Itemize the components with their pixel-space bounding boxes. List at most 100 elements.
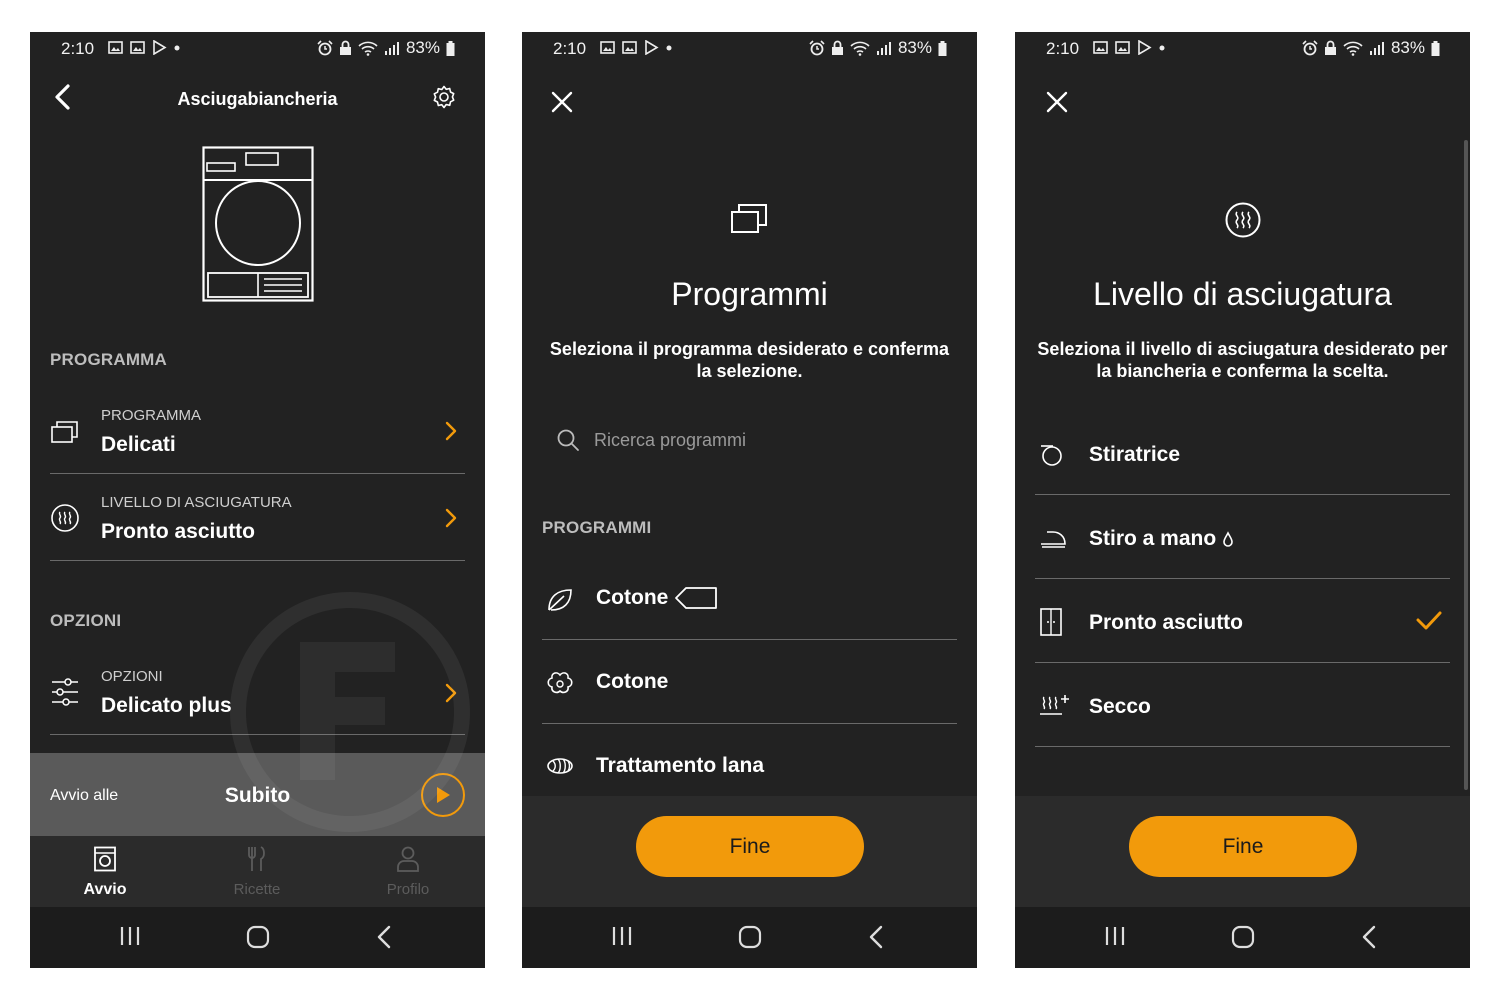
- drying-level-row[interactable]: LIVELLO DI ASCIUGATURA Pronto asciutto: [50, 482, 465, 561]
- program-item[interactable]: Cotone: [542, 564, 957, 640]
- program-item-label: Cotone: [596, 670, 669, 693]
- search-input[interactable]: [594, 429, 894, 451]
- page-title: Programmi: [671, 276, 828, 312]
- cutlery-icon: [248, 846, 265, 871]
- nav-profile-label: Profilo: [386, 881, 430, 898]
- status-bar: 2:10 83%: [522, 32, 977, 64]
- options-row-label: OPZIONI: [101, 668, 163, 685]
- recent-apps-icon[interactable]: [119, 925, 141, 947]
- settings-button[interactable]: [429, 83, 459, 113]
- status-time: 2:10: [553, 39, 587, 58]
- page-title: Asciugabiancheria: [177, 89, 338, 109]
- gear-icon: [433, 85, 455, 109]
- footer: Fine: [522, 796, 977, 907]
- wifi-icon: [1343, 41, 1363, 56]
- drying-level-item[interactable]: Stiratrice: [1035, 412, 1450, 495]
- battery-level: 83%: [1390, 38, 1425, 57]
- status-right: 83%: [1302, 38, 1440, 58]
- home-icon[interactable]: [246, 925, 270, 949]
- alarm-icon: [317, 40, 333, 56]
- footer: Fine: [1015, 796, 1470, 907]
- program-item[interactable]: Trattamento lana: [542, 732, 957, 796]
- drying-level-icon: [1225, 202, 1261, 238]
- wool-icon: [547, 758, 573, 774]
- battery-level: 83%: [897, 38, 932, 57]
- search-bar: [556, 428, 894, 452]
- done-button[interactable]: Fine: [636, 816, 864, 877]
- drying-level-item[interactable]: Secco: [1035, 663, 1450, 747]
- notification-icons: [108, 40, 180, 55]
- close-icon: [551, 91, 573, 113]
- gallery-icon: [130, 41, 145, 54]
- page-subtitle: Seleziona il programma desiderato e conf…: [549, 339, 950, 381]
- close-button[interactable]: [550, 88, 574, 116]
- recent-apps-icon[interactable]: [611, 925, 633, 947]
- dryer-home-screen: 2:10 83% Asciugabiancheria PROGRAMMA PRO…: [30, 32, 485, 968]
- drying-level-row-value: Pronto asciutto: [101, 520, 256, 543]
- back-nav-icon[interactable]: [868, 925, 884, 949]
- chevron-right-icon: [445, 683, 457, 703]
- sliders-icon: [52, 678, 78, 706]
- play-store-icon: [645, 40, 659, 55]
- tag-icon: [675, 587, 718, 609]
- drying-level-item-selected[interactable]: Pronto asciutto: [1035, 579, 1450, 663]
- signal-icon: [1369, 42, 1384, 55]
- system-navigation: [1015, 907, 1470, 968]
- drying-level-row-label: LIVELLO DI ASCIUGATURA: [101, 494, 292, 511]
- program-item-label: Trattamento lana: [596, 754, 765, 777]
- start-value: Subito: [224, 784, 291, 807]
- leaf-icon: [548, 589, 572, 611]
- lock-icon: [339, 40, 351, 55]
- home-icon[interactable]: [1231, 925, 1255, 949]
- done-button[interactable]: Fine: [1129, 816, 1357, 877]
- nav-recipes[interactable]: Ricette: [197, 846, 317, 898]
- search-icon: [557, 429, 579, 451]
- notification-icons: [1093, 40, 1165, 55]
- wifi-icon: [850, 41, 870, 56]
- programs-screen: 2:10 83% Programmi Seleziona il programm…: [522, 32, 977, 968]
- status-bar: 2:10 83%: [30, 32, 485, 64]
- nav-profile[interactable]: Profilo: [348, 846, 468, 898]
- status-bar: 2:10 83%: [1015, 32, 1470, 64]
- dot-icon: [666, 45, 672, 50]
- gallery-icon: [1093, 41, 1108, 54]
- drying-level-item-label: Stiro a mano: [1089, 527, 1217, 550]
- options-row[interactable]: OPZIONI Delicato plus: [50, 657, 465, 735]
- drying-level-item[interactable]: Stiro a mano: [1035, 495, 1450, 579]
- page-subtitle: Seleziona il livello di asciugatura desi…: [1037, 339, 1448, 381]
- close-button[interactable]: [1043, 88, 1071, 116]
- battery-icon: [446, 40, 455, 56]
- section-programma: PROGRAMMA: [50, 350, 168, 369]
- system-navigation: [30, 907, 485, 968]
- wifi-icon: [358, 41, 378, 56]
- chevron-right-icon: [445, 508, 457, 528]
- chevron-right-icon: [445, 421, 457, 441]
- user-icon: [397, 846, 419, 872]
- drying-level-item-label: Pronto asciutto: [1089, 611, 1244, 634]
- program-row[interactable]: PROGRAMMA Delicati: [50, 396, 465, 474]
- back-nav-icon[interactable]: [1361, 925, 1377, 949]
- back-nav-icon[interactable]: [376, 925, 392, 949]
- recent-apps-icon[interactable]: [1104, 925, 1126, 947]
- home-icon[interactable]: [738, 925, 762, 949]
- drying-level-screen: 2:10 83% Livello di asciugatura Selezion…: [1015, 32, 1470, 968]
- start-button[interactable]: [421, 773, 465, 817]
- lock-icon: [831, 40, 843, 55]
- programs-icon: [731, 204, 767, 233]
- cotton-icon: [547, 672, 573, 694]
- status-right: 83%: [809, 38, 947, 58]
- program-row-value: Delicati: [101, 433, 176, 456]
- nav-home[interactable]: Avvio: [45, 846, 165, 899]
- program-item[interactable]: Cotone: [542, 648, 957, 724]
- status-right: 83%: [317, 38, 455, 58]
- scrollbar[interactable]: [1464, 140, 1468, 790]
- gallery-icon: [622, 41, 637, 54]
- notification-icons: [600, 40, 672, 55]
- start-time-bar[interactable]: Avvio alle Subito: [30, 753, 485, 836]
- gallery-icon: [600, 41, 615, 54]
- play-icon: [437, 787, 450, 803]
- dot-icon: [1159, 45, 1165, 50]
- bottom-navigation: Avvio Ricette Profilo: [30, 836, 485, 908]
- battery-icon: [938, 40, 947, 56]
- status-time: 2:10: [1046, 39, 1080, 58]
